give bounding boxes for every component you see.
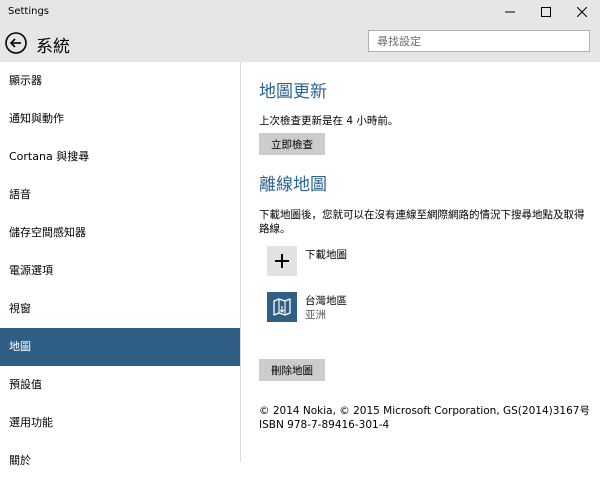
check-now-button[interactable]: 立即檢查	[259, 133, 325, 155]
offline-maps-heading: 離線地圖	[259, 175, 327, 195]
search-box[interactable]	[368, 30, 590, 52]
map-icon	[273, 298, 291, 316]
download-tile[interactable]	[267, 246, 297, 276]
copyright-line-2: ISBN 978-7-89416-301-4	[259, 419, 390, 431]
sidebar-item-maps[interactable]: 地圖	[0, 328, 240, 366]
sidebar-item-defaults[interactable]: 預設值	[0, 366, 240, 404]
back-arrow-icon	[5, 32, 27, 54]
sidebar-divider	[240, 62, 241, 462]
sidebar-item-multitasking[interactable]: 視窗	[0, 290, 240, 328]
last-checked-text: 上次檢查更新是在 4 小時前。	[259, 115, 399, 127]
sidebar-item-storage[interactable]: 儲存空間感知器	[0, 214, 240, 252]
window-titlebar: Settings	[0, 0, 600, 24]
page-title: 系統	[36, 37, 70, 57]
minimize-icon	[505, 11, 515, 13]
sidebar-item-optional-features[interactable]: 選用功能	[0, 404, 240, 442]
delete-maps-button[interactable]: 刪除地圖	[259, 359, 325, 381]
sidebar-item-notifications[interactable]: 通知與動作	[0, 100, 240, 138]
sidebar: 顯示器 通知與動作 Cortana 與搜尋 語音 儲存空間感知器 電源選項 視窗…	[0, 62, 240, 467]
maximize-button[interactable]	[528, 0, 564, 24]
sidebar-item-speech[interactable]: 語音	[0, 176, 240, 214]
offline-maps-description: 下載地圖後，您就可以在沒有連線至網際網路的情況下搜尋地點及取得路線。	[259, 209, 585, 235]
map-tile[interactable]	[267, 292, 297, 322]
sidebar-item-about[interactable]: 關於	[0, 442, 240, 480]
copyright-line-1: © 2014 Nokia, © 2015 Microsoft Corporati…	[259, 405, 590, 417]
sidebar-item-display[interactable]: 顯示器	[0, 62, 240, 100]
back-button[interactable]	[5, 32, 27, 54]
maximize-icon	[541, 7, 551, 17]
map-updates-heading: 地圖更新	[259, 82, 327, 102]
sidebar-item-power[interactable]: 電源選項	[0, 252, 240, 290]
map-name: 台灣地區	[305, 295, 347, 307]
close-icon	[577, 7, 587, 17]
download-maps-label: 下載地圖	[305, 249, 347, 261]
search-input[interactable]	[369, 31, 589, 51]
minimize-button[interactable]	[492, 0, 528, 24]
plus-icon	[275, 254, 289, 268]
map-region: 亚洲	[305, 309, 326, 321]
window-title: Settings	[8, 6, 50, 17]
close-button[interactable]	[564, 0, 600, 24]
settings-header: 系統	[0, 24, 600, 62]
sidebar-item-cortana[interactable]: Cortana 與搜尋	[0, 138, 240, 176]
